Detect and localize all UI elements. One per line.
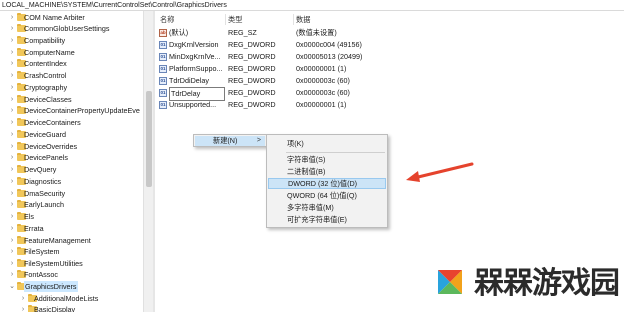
- chevron-right-icon[interactable]: ›: [19, 293, 27, 304]
- chevron-right-icon[interactable]: ›: [8, 105, 16, 116]
- chevron-right-icon[interactable]: ›: [8, 269, 16, 280]
- chevron-right-icon[interactable]: ›: [8, 211, 16, 222]
- chevron-right-icon[interactable]: ›: [8, 70, 16, 81]
- chevron-right-icon[interactable]: ›: [8, 235, 16, 246]
- chevron-right-icon[interactable]: ›: [8, 129, 16, 140]
- chevron-right-icon[interactable]: ›: [8, 199, 16, 210]
- menu-item-string-value[interactable]: 字符串值(S): [268, 154, 386, 165]
- chevron-right-icon[interactable]: ›: [8, 12, 16, 23]
- string-value-icon: ab: [159, 29, 167, 37]
- address-bar[interactable]: LOCAL_MACHINE\SYSTEM\CurrentControlSet\C…: [0, 0, 624, 11]
- menu-item-binary-value[interactable]: 二进制值(B): [268, 166, 386, 177]
- value-row-tdrdelay[interactable]: 01 TdrDelay REG_DWORD 0x0000003c (60): [156, 87, 456, 101]
- chevron-right-icon[interactable]: ›: [8, 176, 16, 187]
- registry-tree: › COM Name Arbiter › CommonGlobUserSetting…: [0, 11, 143, 312]
- chevron-down-icon[interactable]: ⌄: [8, 281, 16, 292]
- new-submenu: 项(K) 字符串值(S) 二进制值(B) DWORD (32 位)值(D) QW…: [266, 134, 388, 228]
- annotation-arrow-icon: [406, 162, 474, 182]
- menu-item-new[interactable]: 新建(N) >: [195, 136, 265, 146]
- chevron-right-icon[interactable]: ›: [8, 35, 16, 46]
- chevron-right-icon[interactable]: ›: [8, 94, 16, 105]
- column-header-name[interactable]: 名称: [160, 14, 174, 25]
- chevron-right-icon[interactable]: ›: [8, 23, 16, 34]
- value-row-mindxgkrnlversion[interactable]: 01 MinDxgKrnlVe... REG_DWORD 0x00005013 (20…: [156, 51, 456, 63]
- chevron-right-icon[interactable]: ›: [8, 258, 16, 269]
- column-separator[interactable]: [225, 14, 226, 25]
- column-header-type[interactable]: 类型: [228, 14, 242, 25]
- scrollbar-thumb[interactable]: [146, 91, 152, 187]
- chevron-right-icon[interactable]: ›: [8, 82, 16, 93]
- dword-value-icon: 01: [159, 77, 167, 85]
- watermark-text: 槑槑游戏园: [474, 266, 620, 301]
- dword-value-icon: 01: [159, 53, 167, 61]
- menu-item-new-key[interactable]: 项(K): [268, 138, 386, 149]
- menu-item-multi-string-value[interactable]: 多字符串值(M): [268, 202, 386, 213]
- value-row-tdrddidelay[interactable]: 01 TdrDdiDelay REG_DWORD 0x0000003c (60): [156, 75, 456, 87]
- pane-splitter[interactable]: [153, 11, 155, 312]
- chevron-right-icon[interactable]: ›: [8, 188, 16, 199]
- value-row-unsupported[interactable]: 01 Unsupported... REG_DWORD 0x00000001 (1): [156, 99, 456, 111]
- dword-value-icon: 01: [159, 41, 167, 49]
- dword-value-icon: 01: [159, 89, 167, 97]
- dword-value-icon: 01: [159, 101, 167, 109]
- menu-item-qword-value[interactable]: QWORD (64 位)值(Q): [268, 190, 386, 201]
- chevron-right-icon[interactable]: ›: [8, 246, 16, 257]
- chevron-right-icon[interactable]: ›: [8, 58, 16, 69]
- chevron-right-icon: >: [256, 137, 261, 144]
- menu-separator: [286, 152, 385, 153]
- column-header-data[interactable]: 数据: [296, 14, 310, 25]
- chevron-right-icon[interactable]: ›: [8, 117, 16, 128]
- column-separator[interactable]: [293, 14, 294, 25]
- watermark: 槑槑游戏园: [430, 262, 624, 310]
- menu-item-expandable-string-value[interactable]: 可扩充字符串值(E): [268, 214, 386, 225]
- value-row-platformsupport[interactable]: 01 PlatformSuppo... REG_DWORD 0x00000001 (1…: [156, 63, 456, 75]
- chevron-right-icon[interactable]: ›: [8, 164, 16, 175]
- chevron-right-icon[interactable]: ›: [8, 223, 16, 234]
- value-row-default[interactable]: ab (默认) REG_SZ (数值未设置): [156, 27, 456, 39]
- dword-value-icon: 01: [159, 65, 167, 73]
- menu-item-dword-value[interactable]: DWORD (32 位)值(D): [268, 178, 386, 189]
- context-menu: 新建(N) >: [193, 134, 267, 147]
- tree-scrollbar[interactable]: [143, 11, 153, 312]
- chevron-right-icon[interactable]: ›: [8, 141, 16, 152]
- chevron-right-icon[interactable]: ›: [8, 47, 16, 58]
- watermark-logo-icon: [433, 265, 467, 299]
- value-row-dxgkrnlversion[interactable]: 01 DxgKrnlVersion REG_DWORD 0x0000c004 (491…: [156, 39, 456, 51]
- chevron-right-icon[interactable]: ›: [8, 152, 16, 163]
- chevron-right-icon[interactable]: ›: [19, 304, 27, 312]
